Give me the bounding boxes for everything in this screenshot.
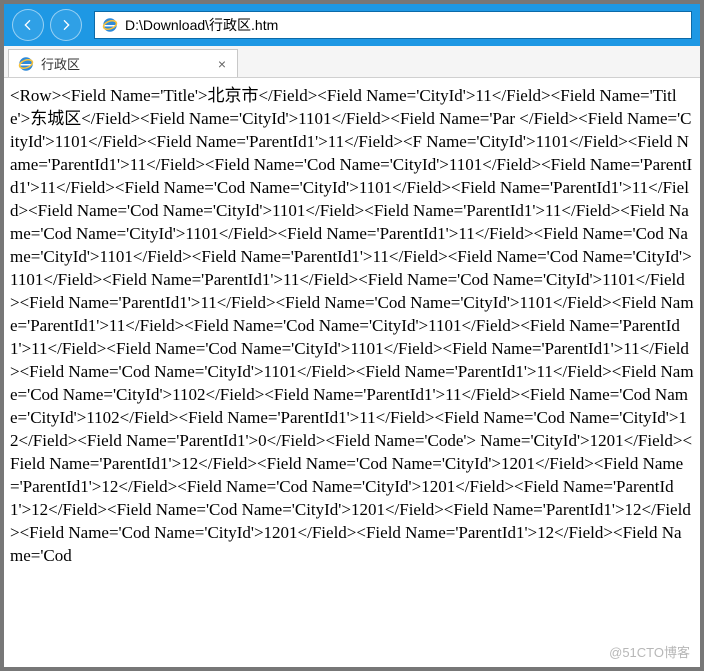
close-icon: × bbox=[218, 57, 226, 71]
arrow-right-icon bbox=[58, 17, 74, 33]
address-input[interactable] bbox=[125, 17, 685, 33]
tab-bar: 行政区 × bbox=[4, 46, 700, 78]
ie-logo-icon bbox=[17, 55, 35, 73]
tab-close-button[interactable]: × bbox=[215, 57, 229, 71]
ie-logo-icon bbox=[101, 16, 119, 34]
forward-button[interactable] bbox=[50, 9, 82, 41]
back-button[interactable] bbox=[12, 9, 44, 41]
tab-title: 行政区 bbox=[41, 54, 209, 73]
page-content: <Row><Field Name='Title'>北京市</Field><Fie… bbox=[4, 78, 700, 667]
arrow-left-icon bbox=[20, 17, 36, 33]
tab-active[interactable]: 行政区 × bbox=[8, 49, 238, 77]
titlebar bbox=[4, 4, 700, 46]
address-bar[interactable] bbox=[94, 11, 692, 39]
